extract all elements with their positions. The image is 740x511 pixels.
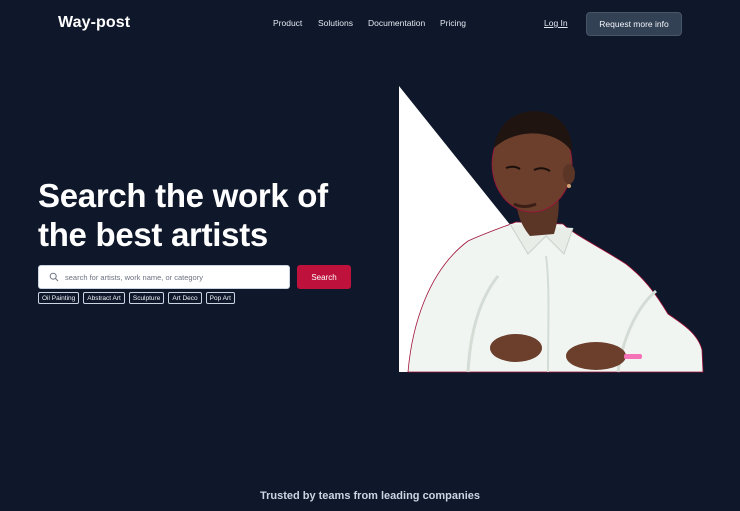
nav-item-solutions[interactable]: Solutions	[318, 18, 353, 28]
tag-art-deco[interactable]: Art Deco	[168, 292, 202, 304]
hero-image	[399, 86, 704, 373]
tag-abstract-art[interactable]: Abstract Art	[83, 292, 125, 304]
trusted-by-heading: Trusted by teams from leading companies	[259, 490, 481, 502]
nav-item-pricing[interactable]: Pricing	[440, 18, 466, 28]
category-tags: Oil Painting Abstract Art Sculpture Art …	[38, 292, 235, 304]
tag-oil-painting[interactable]: Oil Painting	[38, 292, 80, 304]
request-info-button[interactable]: Request more info	[586, 12, 682, 36]
hero-headline-line-1: Search the work of	[38, 177, 328, 214]
nav-item-product[interactable]: Product	[273, 18, 302, 28]
search-box	[38, 265, 290, 289]
tag-pop-art[interactable]: Pop Art	[205, 292, 235, 304]
landing-page: Way-post Product Solutions Documentation…	[0, 0, 740, 511]
search-input[interactable]	[65, 267, 285, 287]
search-icon	[43, 266, 65, 288]
hero-headline-line-2: the best artists	[38, 216, 268, 253]
search-button[interactable]: Search	[297, 265, 351, 289]
hero-person-hand-right	[566, 342, 626, 370]
hero-person-hand-left	[490, 334, 542, 362]
login-link[interactable]: Log In	[544, 18, 568, 28]
nav-item-documentation[interactable]: Documentation	[368, 18, 425, 28]
hero-headline: Search the work of the best artists	[38, 176, 368, 254]
brand-logo[interactable]: Way-post	[58, 14, 130, 32]
tag-sculpture[interactable]: Sculpture	[128, 292, 165, 304]
